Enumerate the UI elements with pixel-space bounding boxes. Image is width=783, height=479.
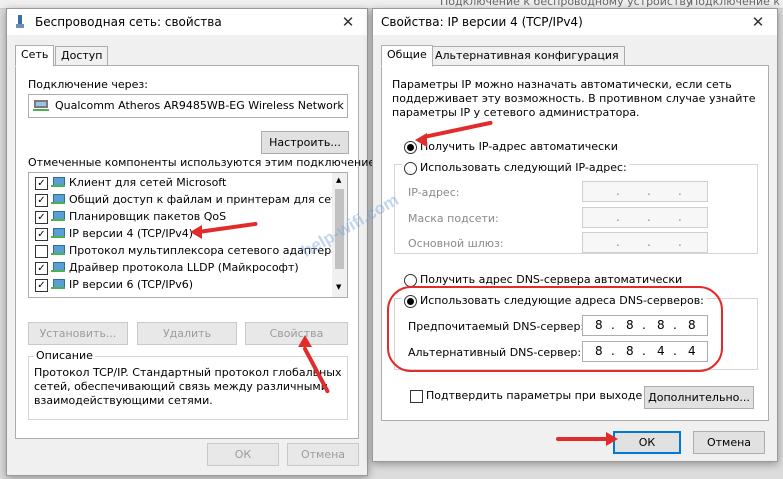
components-label: Отмеченные компоненты используются этим … [28,156,388,169]
tab-network[interactable]: Сеть [15,45,55,67]
auto-dns-label[interactable]: Получить адрес DNS-сервера автоматически [420,273,682,286]
bg-strip-right-text: Подключение к бесп... [690,0,783,8]
left-ok-button[interactable]: ОК [207,443,279,466]
arrow-to-ok-head [606,432,618,446]
description-legend: Описание [34,349,95,362]
arrow-to-ok-line [556,437,608,441]
intro-line-3: параметры IP у сетевого администратора. [392,106,640,119]
gateway-label: Основной шлюз: [408,237,504,250]
component-label: IP версии 4 (TCP/IPv4) [69,227,194,240]
validate-checkbox[interactable] [410,390,423,403]
advanced-button[interactable]: Дополнительно... [644,386,754,409]
close-icon[interactable]: ✕ [747,12,769,32]
component-checkbox[interactable]: ✓ [35,194,48,207]
component-label: IP версии 6 (TCP/IPv6) [69,278,194,291]
close-icon[interactable]: ✕ [337,12,359,32]
auto-ip-label[interactable]: Получить IP-адрес автоматически [420,140,618,153]
ip-address-label: IP-адрес: [408,186,460,199]
right-ok-button[interactable]: ОК [613,431,681,454]
intro-line-1: Параметры IP можно назначать автоматичес… [392,78,732,91]
network-component-icon [51,228,65,239]
component-label: Планировщик пакетов QoS [69,210,227,223]
connect-via-label: Подключение через: [28,78,148,91]
scroll-down-icon[interactable]: ▼ [336,283,341,291]
component-label: Драйвер протокола LLDP (Майкрософт) [69,261,299,274]
bg-strip-left-text: Подключение к беспроводному устройству [440,0,693,8]
dns-highlight-ellipse [387,286,723,372]
properties-button[interactable]: Свойства [245,322,348,345]
description-line-3: взаимодействующими сетями. [34,394,213,407]
left-window-title: Беспроводная сеть: свойства [35,15,222,29]
adapter-field: Qualcomm Atheros AR9485WB-EG Wireless Ne… [28,94,348,118]
install-button[interactable]: Установить... [28,322,128,345]
tab-sharing-label: Доступ [61,49,103,62]
subnet-label: Маска подсети: [408,212,499,225]
component-label: Общий доступ к файлам и принтерам для се… [69,193,348,206]
ip-address-input[interactable]: ... [582,181,708,202]
adapter-name: Qualcomm Atheros AR9485WB-EG Wireless Ne… [55,99,348,112]
component-row[interactable]: ✓ Планировщик пакетов QoS [29,209,329,225]
tab-general-label: Общие [387,48,427,61]
configure-button[interactable]: Настроить... [261,131,349,154]
arrow-to-properties-head [298,335,312,347]
component-checkbox[interactable] [35,245,48,258]
component-row[interactable]: ✓ IP версии 6 (TCP/IPv6) [29,277,329,293]
tab-sharing[interactable]: Доступ [55,46,109,66]
network-component-icon [51,177,65,188]
tab-network-label: Сеть [21,48,49,61]
component-row[interactable]: ✓ Общий доступ к файлам и принтерам для с… [29,192,347,208]
gateway-input[interactable]: ... [582,232,708,253]
component-row[interactable]: ✓ Драйвер протокола LLDP (Майкрософт) [29,260,329,276]
components-list: ✓ Клиент для сетей Microsoft ✓ Общий доступ… [28,172,348,298]
intro-line-2: поддерживает эту возможность. В противно… [392,92,756,105]
network-component-icon [51,262,65,273]
component-checkbox[interactable]: ✓ [35,279,48,292]
ipv4-properties-window: Свойства: IP версии 4 (TCP/IPv4) ✕ Общие… [298,8,778,462]
component-checkbox[interactable]: ✓ [35,211,48,224]
network-adapter-icon [15,15,25,29]
component-row[interactable]: ✓ IP версии 4 (TCP/IPv4) [29,226,329,242]
tab-alternate-config[interactable]: Альтернативная конфигурация [429,46,625,66]
left-cancel-button[interactable]: Отмена [287,443,359,466]
right-window-title: Свойства: IP версии 4 (TCP/IPv4) [381,15,583,29]
component-label: Клиент для сетей Microsoft [69,176,227,189]
manual-ip-label[interactable]: Использовать следующий IP-адрес: [418,161,629,174]
description-line-2: сетей, обеспечивающий связь между различ… [34,380,328,393]
network-adapter-icon [33,99,49,112]
subnet-input[interactable]: ... [582,207,708,228]
network-component-icon [51,194,65,205]
description-line-1: Протокол TCP/IP. Стандартный протокол гл… [34,366,342,379]
right-titlebar: Свойства: IP версии 4 (TCP/IPv4) ✕ [373,9,777,35]
remove-button[interactable]: Удалить [137,322,237,345]
component-row[interactable]: Протокол мультиплексора сетевого адаптер… [29,243,347,259]
network-component-icon [51,211,65,222]
arrow-to-auto-ip-head [415,133,427,147]
left-titlebar: Беспроводная сеть: свойства ✕ [7,9,367,35]
component-checkbox[interactable]: ✓ [35,262,48,275]
network-component-icon [51,279,65,290]
right-cancel-button[interactable]: Отмена [693,431,765,454]
manual-ip-radio[interactable] [404,162,417,175]
network-component-icon [51,245,65,256]
component-checkbox[interactable]: ✓ [35,177,48,190]
validate-label[interactable]: Подтвердить параметры при выходе [426,389,642,402]
component-row[interactable]: ✓ Клиент для сетей Microsoft [29,175,329,191]
tab-alternate-label: Альтернативная конфигурация [435,49,619,62]
arrow-to-ipv4-head [190,225,202,239]
component-checkbox[interactable]: ✓ [35,228,48,241]
scroll-up-icon[interactable]: ▲ [336,176,341,184]
tab-general[interactable]: Общие [381,45,433,67]
